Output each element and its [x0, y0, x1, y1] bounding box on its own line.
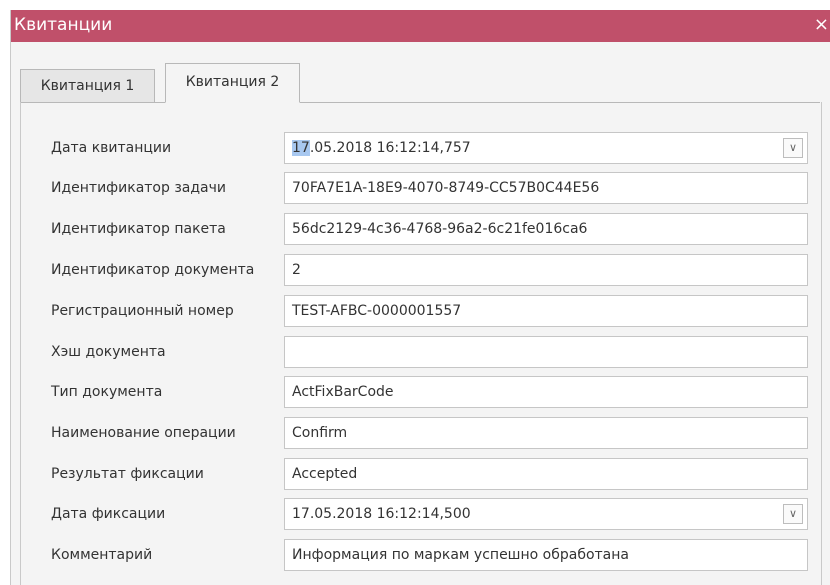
tab-receipt-1[interactable]: Квитанция 1	[20, 69, 155, 103]
operation-name-label: Наименование операции	[51, 425, 236, 441]
document-id-field[interactable]: 2	[284, 254, 808, 286]
row-comment: Комментарий Информация по маркам успешно…	[21, 539, 830, 571]
reg-number-label: Регистрационный номер	[51, 303, 234, 319]
row-document-id: Идентификатор документа 2	[21, 254, 830, 286]
fix-date-value: 17.05.2018 16:12:14,500	[292, 506, 471, 522]
document-id-label: Идентификатор документа	[51, 262, 255, 278]
task-id-label: Идентификатор задачи	[51, 180, 226, 196]
row-doc-hash: Хэш документа	[21, 336, 830, 368]
comment-label: Комментарий	[51, 547, 153, 563]
close-icon[interactable]: ×	[814, 15, 829, 35]
fix-result-field[interactable]: Accepted	[284, 458, 808, 490]
reg-number-field[interactable]: TEST-AFBC-0000001557	[284, 295, 808, 327]
window-titlebar: Квитанции ×	[11, 10, 830, 42]
receipt-date-selected-text: 17	[292, 140, 310, 156]
chevron-down-icon[interactable]: ∨	[783, 138, 803, 158]
chevron-down-icon[interactable]: ∨	[783, 504, 803, 524]
fix-date-select[interactable]: 17.05.2018 16:12:14,500 ∨	[284, 498, 808, 530]
doc-hash-field[interactable]	[284, 336, 808, 368]
fix-date-label: Дата фиксации	[51, 506, 166, 522]
package-id-label: Идентификатор пакета	[51, 221, 226, 237]
receipt-date-select[interactable]: 17.05.2018 16:12:14,757 ∨	[284, 132, 808, 164]
tab-bar: Квитанция 1 Квитанция 2	[20, 62, 820, 103]
row-fix-date: Дата фиксации 17.05.2018 16:12:14,500 ∨	[21, 498, 830, 530]
row-receipt-date: Дата квитанции 17.05.2018 16:12:14,757 ∨	[21, 132, 830, 164]
receipt-panel: Дата квитанции 17.05.2018 16:12:14,757 ∨…	[20, 102, 822, 585]
row-doc-type: Тип документа ActFixBarCode	[21, 376, 830, 408]
doc-type-field[interactable]: ActFixBarCode	[284, 376, 808, 408]
row-package-id: Идентификатор пакета 56dc2129-4c36-4768-…	[21, 213, 830, 245]
operation-name-field[interactable]: Confirm	[284, 417, 808, 449]
row-operation-name: Наименование операции Confirm	[21, 417, 830, 449]
fix-result-label: Результат фиксации	[51, 466, 204, 482]
receipt-date-label: Дата квитанции	[51, 140, 172, 156]
doc-type-label: Тип документа	[51, 384, 163, 400]
row-fix-result: Результат фиксации Accepted	[21, 458, 830, 490]
receipt-date-value: .05.2018 16:12:14,757	[309, 140, 471, 156]
task-id-field[interactable]: 70FA7E1A-18E9-4070-8749-CC57B0C44E56	[284, 172, 808, 204]
receipts-window: Квитанции × Квитанция 1 Квитанция 2 Дата…	[10, 10, 830, 585]
row-reg-number: Регистрационный номер TEST-AFBC-00000015…	[21, 295, 830, 327]
tab-receipt-2[interactable]: Квитанция 2	[165, 63, 300, 103]
row-task-id: Идентификатор задачи 70FA7E1A-18E9-4070-…	[21, 172, 830, 204]
doc-hash-label: Хэш документа	[51, 344, 166, 360]
window-title: Квитанции	[14, 15, 113, 35]
comment-field[interactable]: Информация по маркам успешно обработана	[284, 539, 808, 571]
package-id-field[interactable]: 56dc2129-4c36-4768-96a2-6c21fe016ca6	[284, 213, 808, 245]
